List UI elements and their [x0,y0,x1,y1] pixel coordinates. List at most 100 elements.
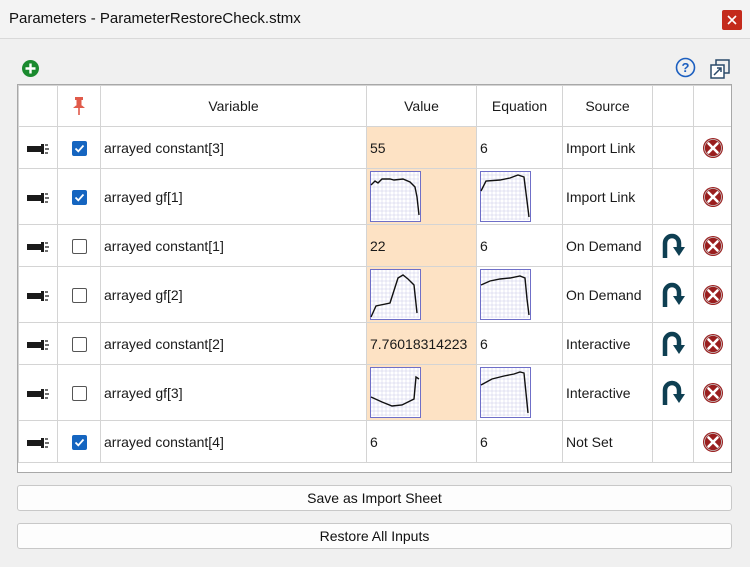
variable-cell[interactable]: arrayed constant[3] [100,126,367,169]
delete-cell[interactable] [693,266,731,323]
source-cell: Import Link [562,126,653,169]
value-cell[interactable]: 6 [366,420,477,463]
delete-cell[interactable] [693,168,731,225]
variable-cell[interactable]: arrayed gf[2] [100,266,367,323]
delete-icon [703,382,723,403]
pin-checkbox[interactable] [71,434,87,450]
graphical-function-preview[interactable] [370,269,421,320]
equation-cell[interactable]: 6 [476,126,563,169]
graphical-function-preview[interactable] [370,367,421,418]
pin-checkbox-cell[interactable] [57,266,101,323]
slider-cell[interactable] [18,364,58,421]
close-icon [727,15,737,25]
equation-cell[interactable]: 6 [476,224,563,267]
variable-cell[interactable]: arrayed gf[3] [100,364,367,421]
delete-cell[interactable] [693,224,731,267]
source-cell: On Demand [562,224,653,267]
pin-checkbox[interactable] [71,238,87,254]
pin-checkbox-cell[interactable] [57,168,101,225]
pin-checkbox-cell[interactable] [57,322,101,365]
slider-cell[interactable] [18,266,58,323]
restore-all-inputs-button[interactable]: Restore All Inputs [17,523,732,549]
column-header-source[interactable]: Source [562,85,653,127]
table-row[interactable]: arrayed constant[1] 22 6 On Demand [18,224,731,267]
slider-icon [27,339,49,350]
delete-icon [703,137,723,158]
close-button[interactable] [722,10,742,30]
equation-cell[interactable] [476,168,563,225]
restore-arrow-icon [662,380,685,405]
delete-cell[interactable] [693,322,731,365]
slider-cell[interactable] [18,126,58,169]
slider-icon [27,290,49,301]
column-header-value[interactable]: Value [366,85,477,127]
graphical-function-preview[interactable] [480,171,531,222]
column-header-delete [693,85,731,127]
value-cell[interactable] [366,266,477,323]
restore-cell [652,126,694,169]
parameters-grid: Variable Value Equation Source arrayed c… [17,84,732,473]
value-cell[interactable]: 7.76018314223 [366,322,477,365]
equation-cell[interactable] [476,364,563,421]
delete-cell[interactable] [693,420,731,463]
source-cell: On Demand [562,266,653,323]
pin-checkbox-cell[interactable] [57,364,101,421]
delete-icon [703,235,723,256]
value-cell[interactable] [366,364,477,421]
pin-checkbox[interactable] [71,287,87,303]
pin-checkbox[interactable] [71,385,87,401]
question-circle-icon[interactable]: ? [675,57,696,78]
column-header-equation[interactable]: Equation [476,85,563,127]
pin-checkbox[interactable] [71,189,87,205]
delete-icon [703,431,723,452]
table-row[interactable]: arrayed constant[2] 7.76018314223 6 Interac… [18,322,731,365]
variable-cell[interactable]: arrayed constant[1] [100,224,367,267]
graphical-function-preview[interactable] [480,269,531,320]
graphical-function-preview[interactable] [480,367,531,418]
graphical-function-preview[interactable] [370,171,421,222]
variable-cell[interactable]: arrayed constant[4] [100,420,367,463]
pin-checkbox-cell[interactable] [57,224,101,267]
variable-cell[interactable]: arrayed gf[1] [100,168,367,225]
delete-cell[interactable] [693,364,731,421]
pin-checkbox[interactable] [71,140,87,156]
restore-cell[interactable] [652,266,694,323]
source-cell: Interactive [562,364,653,421]
value-cell[interactable]: 55 [366,126,477,169]
slider-cell[interactable] [18,168,58,225]
slider-icon [27,143,49,154]
column-header-slider [18,85,58,127]
variable-cell[interactable]: arrayed constant[2] [100,322,367,365]
restore-cell[interactable] [652,224,694,267]
equation-cell[interactable]: 6 [476,322,563,365]
equation-cell[interactable]: 6 [476,420,563,463]
slider-cell[interactable] [18,322,58,365]
title-bar: Parameters - ParameterRestoreCheck.stmx [0,0,750,39]
table-row[interactable]: arrayed gf[1] Import Link [18,168,731,225]
plus-circle-icon[interactable] [21,59,40,78]
pin-checkbox[interactable] [71,336,87,352]
window-popout-icon[interactable] [709,58,731,80]
column-header-variable[interactable]: Variable [100,85,367,127]
table-row[interactable]: arrayed constant[4] 6 6 Not Set [18,420,731,463]
slider-icon [27,241,49,252]
restore-cell[interactable] [652,322,694,365]
pin-checkbox-cell[interactable] [57,420,101,463]
slider-cell[interactable] [18,420,58,463]
column-header-pin [57,85,101,127]
restore-cell[interactable] [652,364,694,421]
table-row[interactable]: arrayed gf[2] On Demand [18,266,731,323]
equation-cell[interactable] [476,266,563,323]
save-as-import-sheet-button[interactable]: Save as Import Sheet [17,485,732,511]
parameters-table: Variable Value Equation Source arrayed c… [18,85,731,463]
delete-cell[interactable] [693,126,731,169]
table-row[interactable]: arrayed constant[3] 55 6 Import Link [18,126,731,169]
table-row[interactable]: arrayed gf[3] Interactive [18,364,731,421]
value-cell[interactable]: 22 [366,224,477,267]
source-cell: Interactive [562,322,653,365]
slider-cell[interactable] [18,224,58,267]
pin-checkbox-cell[interactable] [57,126,101,169]
restore-cell [652,420,694,463]
table-header-row: Variable Value Equation Source [18,85,731,127]
value-cell[interactable] [366,168,477,225]
